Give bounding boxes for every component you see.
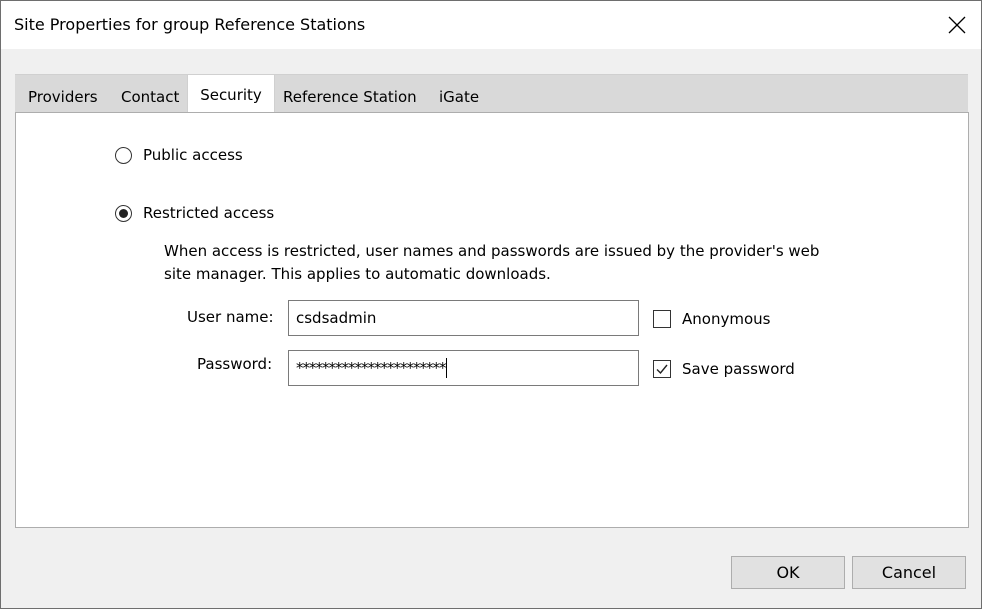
tab-security[interactable]: Security bbox=[187, 74, 275, 115]
title-bar: Site Properties for group Reference Stat… bbox=[1, 1, 981, 49]
anonymous-label[interactable]: Anonymous bbox=[682, 310, 770, 328]
window-title: Site Properties for group Reference Stat… bbox=[14, 15, 366, 34]
tab-strip: Providers Contact Security Reference Sta… bbox=[15, 74, 968, 115]
public-access-label[interactable]: Public access bbox=[143, 146, 243, 164]
tab-reference-station[interactable]: Reference Station bbox=[283, 88, 417, 106]
save-password-checkbox[interactable] bbox=[653, 360, 671, 378]
anonymous-checkbox[interactable] bbox=[653, 310, 671, 328]
restricted-access-label[interactable]: Restricted access bbox=[143, 204, 274, 222]
password-input[interactable]: *********************** bbox=[288, 350, 639, 386]
username-label: User name: bbox=[187, 308, 274, 326]
tab-contact[interactable]: Contact bbox=[121, 88, 179, 106]
checkmark-icon bbox=[656, 364, 668, 375]
restricted-description-line1: When access is restricted, user names an… bbox=[164, 242, 820, 260]
radio-selected-icon bbox=[119, 209, 128, 218]
username-value: csdsadmin bbox=[296, 309, 377, 327]
security-panel: Public access Restricted access When acc… bbox=[15, 112, 969, 528]
save-password-label[interactable]: Save password bbox=[682, 360, 795, 378]
close-icon bbox=[948, 16, 966, 34]
public-access-radio[interactable] bbox=[115, 147, 132, 164]
text-caret bbox=[445, 358, 447, 378]
tab-providers[interactable]: Providers bbox=[28, 88, 98, 106]
tab-igate[interactable]: iGate bbox=[439, 88, 479, 106]
cancel-button[interactable]: Cancel bbox=[852, 556, 966, 589]
password-label: Password: bbox=[197, 355, 273, 373]
username-input[interactable]: csdsadmin bbox=[288, 300, 639, 336]
restricted-description-line2: site manager. This applies to automatic … bbox=[164, 265, 551, 283]
restricted-access-radio[interactable] bbox=[115, 205, 132, 222]
ok-button[interactable]: OK bbox=[731, 556, 845, 589]
close-button[interactable] bbox=[939, 7, 975, 43]
password-value: *********************** bbox=[296, 359, 446, 377]
dialog-window: Site Properties for group Reference Stat… bbox=[0, 0, 982, 609]
